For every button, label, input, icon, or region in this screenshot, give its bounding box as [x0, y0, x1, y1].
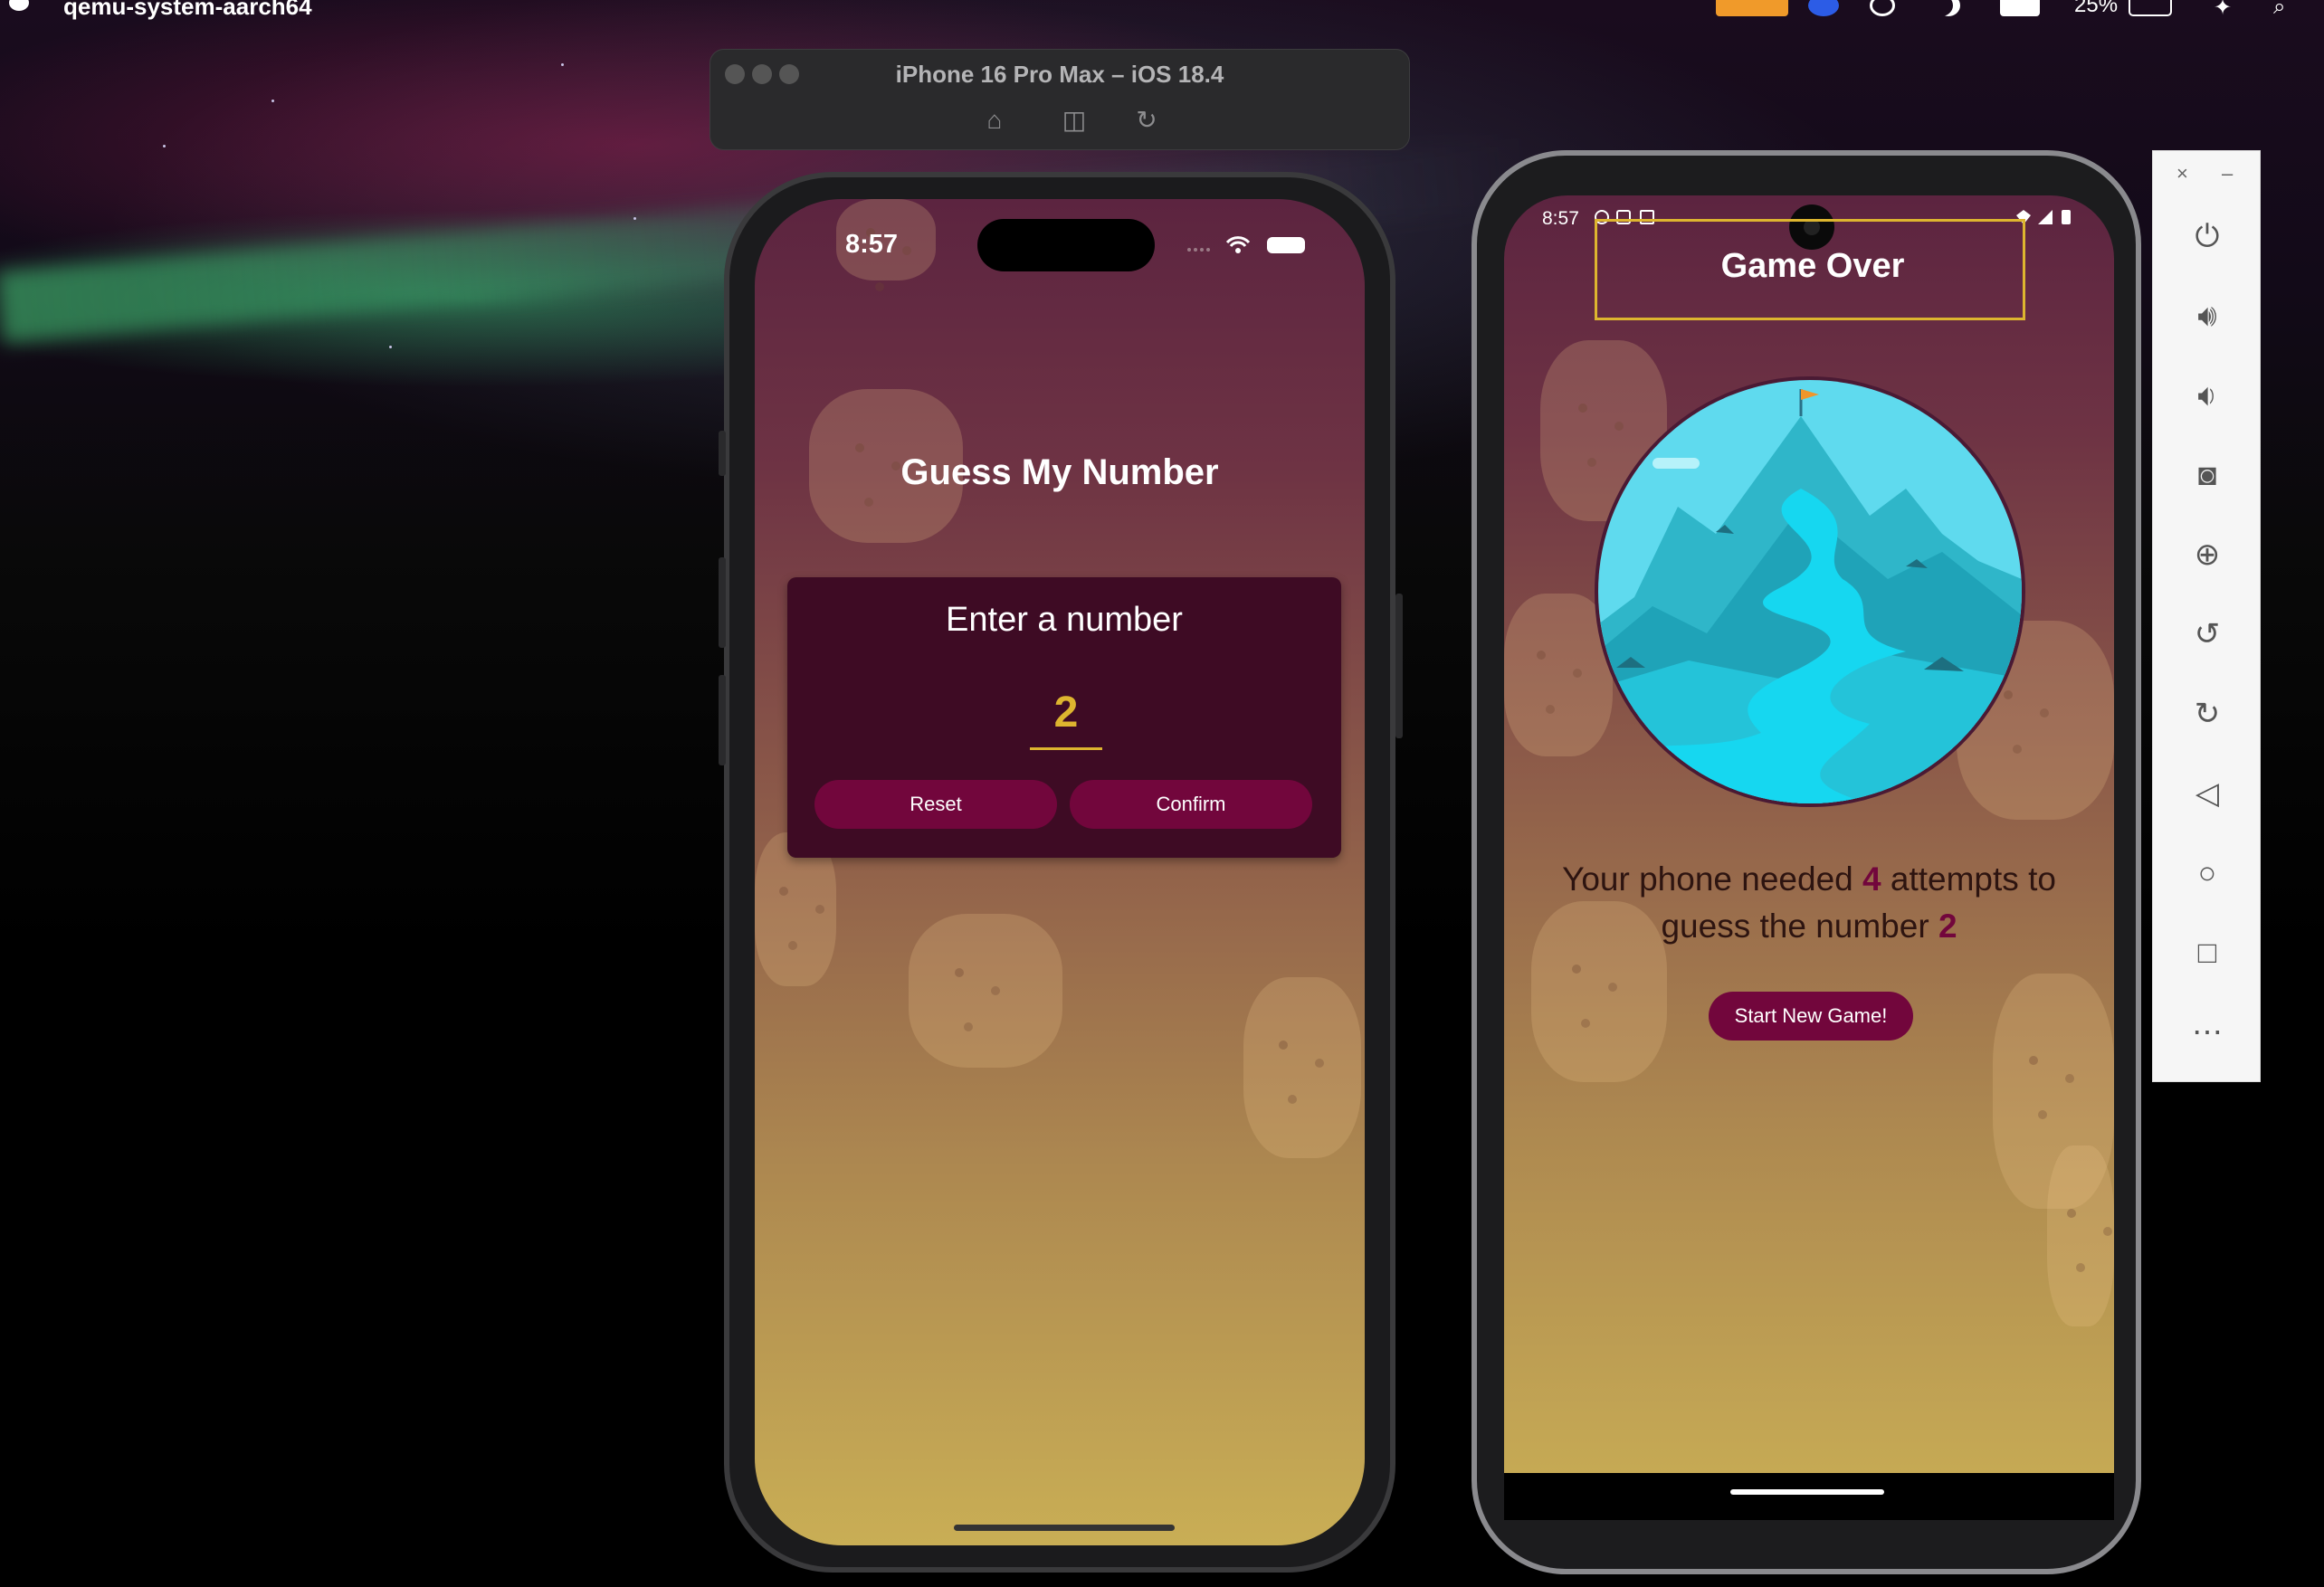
menu-bar: qemu-system-aarch64 25% ✦ ⌕: [0, 0, 2324, 21]
volume-down-button[interactable]: [719, 675, 726, 765]
home-icon[interactable]: ⌂: [978, 104, 1011, 137]
emulator-control-panel: × – ⏻ 🔊︎ 🔉︎ ◙ ⊕ ↺ ↻ ◁ ○ □ ⋯: [2152, 150, 2261, 1082]
number-input-card: Enter a number Reset Confirm: [787, 577, 1341, 858]
status-icons: [1187, 236, 1305, 253]
rotate-left-icon[interactable]: ↺: [2187, 614, 2227, 654]
number-input[interactable]: [1030, 677, 1102, 750]
cookie-decoration: [909, 914, 1062, 1068]
minimize-icon[interactable]: –: [2222, 162, 2233, 185]
star: [271, 100, 274, 102]
card-label: Enter a number: [946, 601, 1183, 639]
start-new-game-button[interactable]: Start New Game!: [1709, 992, 1913, 1041]
overview-icon[interactable]: □: [2187, 933, 2227, 973]
status-time: 8:57: [845, 230, 899, 259]
microphone-icon[interactable]: [1716, 0, 1788, 16]
more-icon[interactable]: ⋯: [2187, 1012, 2227, 1052]
game-over-title-box: Game Over: [1595, 219, 2025, 320]
cookie-decoration: [2047, 1145, 2114, 1326]
input-source-icon[interactable]: [1808, 0, 1839, 16]
reset-button[interactable]: Reset: [814, 780, 1057, 829]
volume-up-icon[interactable]: 🔊︎: [2187, 296, 2227, 336]
rotate-icon[interactable]: ↻: [1130, 104, 1163, 137]
game-summary: Your phone needed 4 attempts to guess th…: [1522, 856, 2096, 950]
mountain-illustration: [1598, 380, 2022, 803]
volume-down-icon[interactable]: 🔉︎: [2187, 375, 2227, 415]
cookie-decoration: [1243, 977, 1361, 1158]
moon-icon[interactable]: [1937, 0, 1960, 16]
menu-bar-app-name[interactable]: qemu-system-aarch64: [63, 0, 312, 21]
apple-icon[interactable]: [9, 0, 29, 11]
battery-icon[interactable]: [2129, 0, 2172, 16]
gesture-navigation-handle[interactable]: [1730, 1489, 1884, 1495]
volume-up-button[interactable]: [719, 557, 726, 648]
home-indicator[interactable]: [954, 1525, 1175, 1531]
android-status-time: 8:57: [1542, 208, 1579, 229]
android-screen: 8:57 Game Over Your phone needed 4 attem…: [1504, 195, 2114, 1520]
star: [633, 217, 636, 220]
user-number: 2: [1938, 908, 1957, 945]
power-icon[interactable]: ⏻: [2187, 216, 2227, 256]
action-button[interactable]: [719, 431, 726, 476]
star: [389, 346, 392, 348]
dynamic-island: [977, 219, 1155, 271]
success-image: [1595, 376, 2025, 807]
iphone-device-frame: 8:57 Guess My Number Enter a number Rese…: [719, 172, 1403, 1573]
battery-percent: 25%: [2074, 0, 2119, 17]
control-center-icon[interactable]: ✦: [2214, 0, 2235, 20]
side-button[interactable]: [1395, 594, 1403, 738]
camera-icon[interactable]: ◙: [2187, 455, 2227, 495]
clock-icon[interactable]: [1870, 0, 1895, 16]
android-navigation-bar: [1504, 1473, 2114, 1520]
iphone-screen: 8:57 Guess My Number Enter a number Rese…: [755, 199, 1365, 1545]
game-over-title: Game Over: [1720, 247, 1905, 285]
rounds-count: 4: [1862, 860, 1881, 898]
back-icon[interactable]: ◁: [2187, 774, 2227, 813]
star: [561, 63, 564, 66]
page-title: Guess My Number: [900, 452, 1219, 492]
zoom-icon[interactable]: ⊕: [2187, 535, 2227, 575]
star: [163, 145, 166, 147]
rotate-right-icon[interactable]: ↻: [2187, 694, 2227, 734]
close-icon[interactable]: ×: [2176, 162, 2188, 185]
home-icon[interactable]: ○: [2187, 853, 2227, 893]
confirm-button[interactable]: Confirm: [1070, 780, 1312, 829]
keyboard-icon[interactable]: [2000, 0, 2040, 16]
android-device-frame: 8:57 Game Over Your phone needed 4 attem…: [1472, 150, 2141, 1574]
screenshot-icon[interactable]: ◫: [1058, 104, 1091, 137]
simulator-window-toolbar: iPhone 16 Pro Max – iOS 18.4 ⌂ ◫ ↻: [710, 49, 1410, 150]
search-icon[interactable]: ⌕: [2273, 0, 2295, 19]
summary-prefix: Your phone needed: [1562, 860, 1853, 898]
simulator-title: iPhone 16 Pro Max – iOS 18.4: [895, 61, 1224, 88]
